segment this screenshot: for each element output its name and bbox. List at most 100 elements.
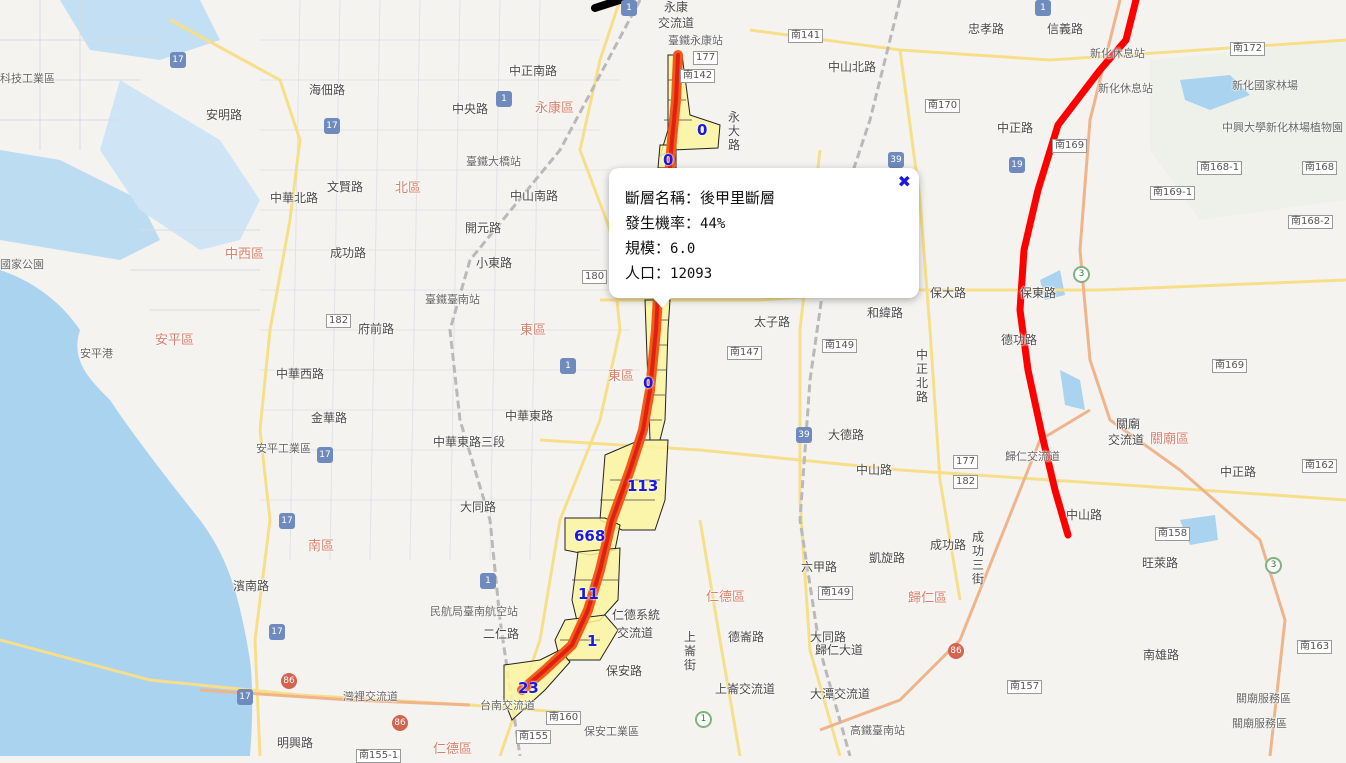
route-shield: 南163 bbox=[1297, 640, 1333, 654]
population-label[interactable]: 0 bbox=[663, 152, 673, 168]
highway-shield: 3 bbox=[1265, 557, 1282, 574]
population-label[interactable]: 11 bbox=[578, 586, 599, 602]
road-label: 成功路 bbox=[930, 538, 967, 552]
route-shield: 182 bbox=[326, 314, 352, 328]
population-label[interactable]: 113 bbox=[627, 478, 658, 494]
road-label: 中華西路 bbox=[276, 367, 325, 381]
fault-name-value: 後甲里斷層 bbox=[700, 189, 776, 207]
place-label: 關廟服務區 bbox=[1236, 692, 1291, 705]
place-label: 關廟 bbox=[1116, 417, 1141, 431]
route-shield: 南169 bbox=[1052, 139, 1088, 153]
highway-shield: 17 bbox=[279, 513, 295, 529]
district-label: 安平區 bbox=[155, 333, 195, 348]
population-label[interactable]: 0 bbox=[643, 375, 653, 391]
highway-shield: 3 bbox=[1073, 266, 1090, 283]
place-label: 新化休息站 bbox=[1090, 47, 1145, 60]
district-label: 南區 bbox=[308, 539, 335, 554]
road-label: 保安路 bbox=[606, 664, 643, 678]
route-shield: 南141 bbox=[788, 29, 824, 43]
road-label: 旺萊路 bbox=[1142, 556, 1179, 570]
district-label: 東區 bbox=[520, 323, 547, 338]
route-shield: 南155 bbox=[516, 730, 552, 744]
road-label: 中正北路 bbox=[916, 348, 929, 404]
route-shield: 南168-2 bbox=[1288, 215, 1334, 229]
route-shield: 南168 bbox=[1302, 161, 1338, 175]
road-label: 信義路 bbox=[1047, 22, 1084, 36]
road-label: 大同路 bbox=[810, 630, 847, 644]
district-label: 東區 bbox=[608, 369, 635, 384]
road-label: 中山路 bbox=[856, 463, 893, 477]
route-shield: 南169 bbox=[1212, 359, 1248, 373]
place-label: 交流道 bbox=[1108, 433, 1145, 447]
district-label: 永康區 bbox=[535, 101, 575, 116]
base-map[interactable] bbox=[0, 0, 1346, 756]
place-label: 臺鐵大橋站 bbox=[466, 155, 521, 168]
population-label[interactable]: 1 bbox=[587, 633, 597, 649]
probability-label: 發生機率： bbox=[625, 214, 701, 232]
highway-shield: 17 bbox=[170, 52, 186, 68]
route-shield: 南155-1 bbox=[356, 749, 402, 763]
highway-shield: 17 bbox=[269, 624, 285, 640]
population-label[interactable]: 0 bbox=[697, 122, 707, 138]
scale-row: 規模：6.0 bbox=[625, 237, 695, 258]
district-label: 仁德區 bbox=[433, 742, 473, 757]
road-label: 海佃路 bbox=[309, 83, 346, 97]
road-label: 保大路 bbox=[930, 286, 967, 300]
place-label: 安平港 bbox=[80, 347, 113, 360]
district-label: 關廟區 bbox=[1150, 432, 1190, 447]
population-row: 人口：12093 bbox=[625, 262, 712, 283]
district-label: 中西區 bbox=[225, 247, 265, 262]
district-label: 仁德區 bbox=[706, 590, 746, 605]
highway-shield: 1 bbox=[496, 91, 512, 107]
road-label: 中山南路 bbox=[510, 189, 559, 203]
road-label: 德崙路 bbox=[728, 630, 765, 644]
route-shield: 南149 bbox=[822, 339, 858, 353]
road-label: 濱南路 bbox=[233, 579, 270, 593]
route-shield: 南169-1 bbox=[1150, 186, 1196, 200]
highway-shield: 1 bbox=[695, 711, 712, 728]
road-label: 六甲路 bbox=[801, 560, 838, 574]
road-label: 安明路 bbox=[206, 108, 243, 122]
place-label: 國家公園 bbox=[0, 258, 44, 271]
district-label: 歸仁區 bbox=[908, 591, 948, 606]
route-shield: 南149 bbox=[818, 586, 854, 600]
road-label: 中央路 bbox=[452, 102, 489, 116]
probability-row: 發生機率：44% bbox=[625, 212, 725, 233]
route-shield: 180 bbox=[582, 270, 608, 284]
road-label: 中華東路三段 bbox=[433, 435, 506, 449]
population-label[interactable]: 23 bbox=[518, 680, 539, 696]
route-shield: 南162 bbox=[1302, 459, 1338, 473]
route-shield: 南147 bbox=[727, 346, 763, 360]
road-label: 中正路 bbox=[997, 121, 1034, 135]
district-label: 北區 bbox=[395, 181, 422, 196]
road-label: 府前路 bbox=[358, 322, 395, 336]
place-label: 仁德系統 bbox=[612, 608, 661, 622]
fault-info-popup: ✖ 斷層名稱：後甲里斷層 發生機率：44% 規模：6.0 人口：12093 bbox=[609, 168, 919, 308]
highway-shield: 17 bbox=[237, 689, 253, 705]
scale-value: 6.0 bbox=[670, 241, 696, 257]
road-label: 金華路 bbox=[311, 411, 348, 425]
close-icon[interactable]: ✖ bbox=[898, 174, 911, 190]
place-label: 台南交流道 bbox=[480, 699, 535, 712]
northwest-water bbox=[60, 0, 220, 60]
road-label: 德功路 bbox=[1001, 333, 1038, 347]
road-label: 太子路 bbox=[754, 315, 791, 329]
place-label: 交流道 bbox=[617, 626, 654, 640]
road-label: 文賢路 bbox=[327, 180, 364, 194]
route-shield: 南160 bbox=[546, 711, 582, 725]
road-label: 大同路 bbox=[460, 500, 497, 514]
road-label: 成功三街 bbox=[972, 530, 985, 586]
road-label: 忠孝路 bbox=[968, 22, 1005, 36]
road-label: 中華北路 bbox=[270, 191, 319, 205]
population-row-label: 人口： bbox=[625, 264, 671, 282]
probability-value: 44% bbox=[700, 216, 726, 232]
sea-area bbox=[0, 270, 253, 756]
fault-name-row: 斷層名稱：後甲里斷層 bbox=[625, 187, 775, 208]
road-label: 明興路 bbox=[277, 736, 314, 750]
population-label[interactable]: 668 bbox=[574, 528, 605, 544]
road-label: 大潭交流道 bbox=[810, 687, 871, 701]
road-label: 南雄路 bbox=[1143, 648, 1180, 662]
route-shield: 182 bbox=[953, 475, 979, 489]
place-label: 安平工業區 bbox=[256, 442, 311, 455]
road-label: 大德路 bbox=[828, 428, 865, 442]
